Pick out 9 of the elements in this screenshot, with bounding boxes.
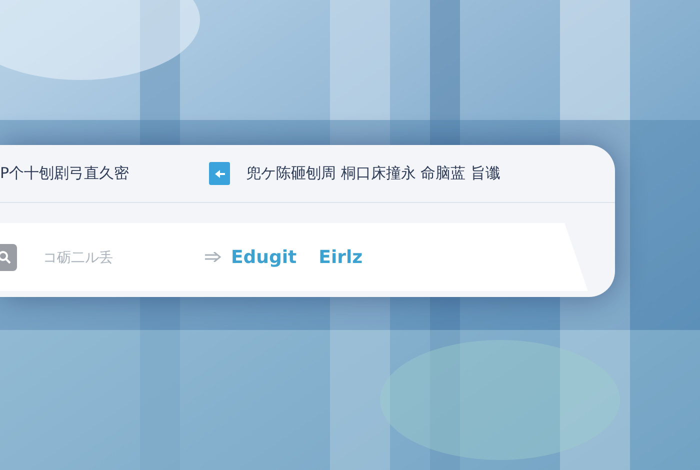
arrow-icon <box>214 170 225 178</box>
header-title: 兜ケ陈砸刨周 桐口床撞永 命脑蓝 旨谶 <box>246 164 500 183</box>
search-field[interactable]: コ砺二ル丢 <box>41 248 185 266</box>
link[interactable]: Edugit <box>231 246 297 268</box>
arrow-icon <box>205 252 221 262</box>
header-text: P个十刨剧弓直久密 <box>0 164 130 183</box>
search-icon <box>0 250 10 264</box>
link[interactable]: Eirlz <box>318 246 363 268</box>
back-button[interactable] <box>209 162 230 185</box>
